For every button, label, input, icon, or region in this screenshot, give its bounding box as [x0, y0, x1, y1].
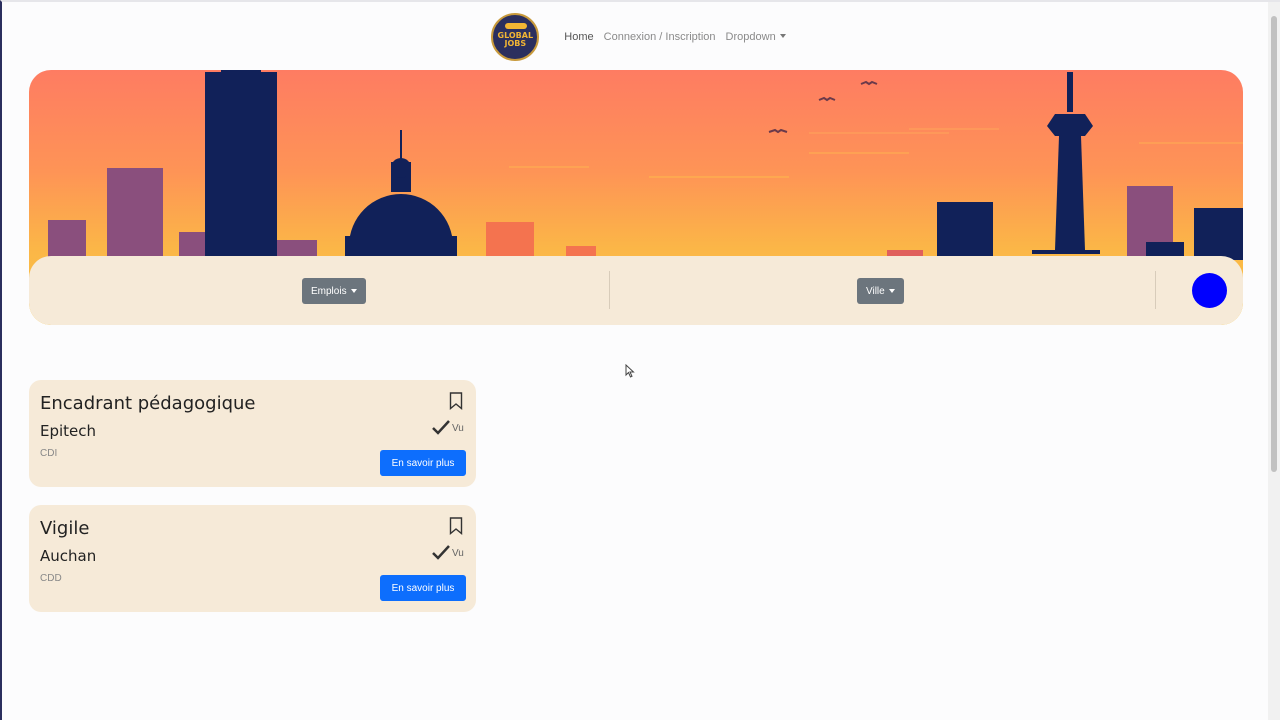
job-card: Vigile Auchan CDD Vu En savoir plus: [29, 505, 476, 612]
nav-dropdown-label: Dropdown: [725, 31, 776, 43]
nav-home[interactable]: Home: [559, 31, 598, 43]
seen-label: Vu: [452, 547, 464, 559]
jobs-dropdown-label: Emplois: [311, 285, 347, 297]
learn-more-button[interactable]: En savoir plus: [380, 575, 466, 601]
city-dropdown-label: Ville: [866, 285, 885, 297]
nav-login-register[interactable]: Connexion / Inscription: [599, 31, 721, 43]
caret-down-icon: [888, 289, 895, 293]
search-divider: [609, 271, 610, 309]
hero-banner: Emplois Ville: [29, 70, 1243, 325]
learn-more-button[interactable]: En savoir plus: [380, 450, 466, 476]
job-card: Encadrant pédagogique Epitech CDI Vu En …: [29, 380, 476, 487]
seen-indicator: Vu: [432, 545, 464, 561]
job-company: Epitech: [40, 422, 97, 440]
checkmark-icon: [432, 545, 450, 560]
job-contract-type: CDI: [40, 448, 58, 459]
job-contract-type: CDD: [40, 573, 62, 584]
seen-label: Vu: [452, 422, 464, 434]
city-dropdown-button[interactable]: Ville: [857, 278, 904, 304]
job-company: Auchan: [40, 547, 97, 565]
caret-down-icon: [350, 289, 357, 293]
brand-logo[interactable]: GLOBAL JOBS: [491, 13, 540, 61]
cursor-icon: [625, 364, 635, 378]
job-title: Vigile: [40, 518, 90, 539]
search-divider: [1155, 271, 1156, 309]
job-title: Encadrant pédagogique: [40, 393, 256, 414]
logo-text: GLOBAL JOBS: [497, 31, 534, 48]
search-submit-button[interactable]: [1192, 273, 1227, 308]
scrollbar-thumb[interactable]: [1271, 16, 1277, 472]
navbar: GLOBAL JOBS Home Connexion / Inscription…: [2, 2, 1270, 72]
scrollbar[interactable]: [1268, 2, 1280, 720]
seen-indicator: Vu: [432, 420, 464, 436]
plane-icon: [505, 23, 528, 29]
bookmark-icon[interactable]: [449, 517, 463, 535]
jobs-dropdown-button[interactable]: Emplois: [302, 278, 366, 304]
checkmark-icon: [432, 420, 450, 435]
nav-dropdown[interactable]: Dropdown: [721, 31, 791, 43]
bookmark-icon[interactable]: [449, 392, 463, 410]
caret-down-icon: [779, 34, 786, 38]
search-bar: Emplois Ville: [29, 256, 1243, 325]
